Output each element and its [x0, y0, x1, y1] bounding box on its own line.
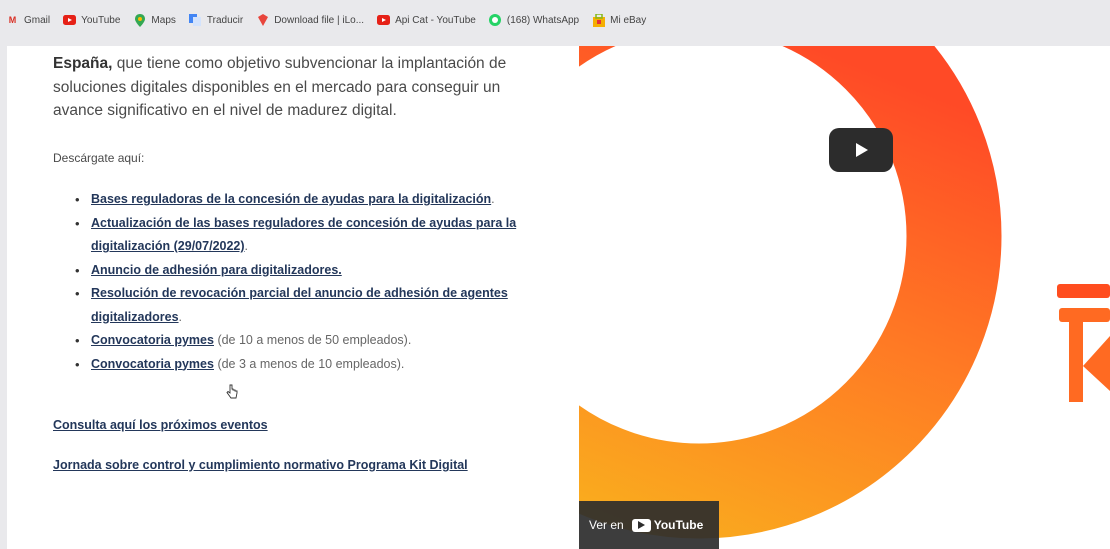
bookmark-label: Traducir	[206, 14, 244, 26]
youtube-video-embed[interactable]: Ver en YouTube	[579, 46, 1110, 549]
list-item: Anuncio de adhesión para digitalizadores…	[75, 259, 525, 283]
watch-on-youtube-button[interactable]: Ver en YouTube	[579, 501, 719, 549]
orange-ring-shape	[579, 46, 1002, 539]
bookmark-label: Api Cat - YouTube	[395, 14, 476, 26]
proximos-eventos-link[interactable]: Consulta aquí los próximos eventos	[53, 416, 533, 435]
link-suffix: .	[244, 239, 249, 253]
bookmark-download-file[interactable]: Download file | iLo...	[256, 14, 364, 26]
bookmark-label: Mi eBay	[610, 14, 647, 26]
bookmark-maps[interactable]: Maps	[133, 13, 176, 27]
jornada-link[interactable]: Jornada sobre control y cumplimiento nor…	[53, 456, 533, 475]
bookmark-label: Maps	[151, 14, 176, 26]
list-item: Convocatoria pymes (de 3 a menos de 10 e…	[75, 353, 525, 377]
hand-cursor-icon	[226, 384, 238, 399]
bookmarks-bar: M Gmail YouTube Maps Traducir Download f…	[0, 0, 1110, 46]
anuncio-adhesion-link[interactable]: Anuncio de adhesión para digitalizadores…	[91, 263, 342, 277]
bookmark-label: Gmail	[24, 14, 51, 26]
youtube-play-icon	[631, 518, 651, 532]
bookmark-youtube[interactable]: YouTube	[63, 14, 120, 26]
youtube-logo: YouTube	[631, 518, 704, 532]
link-note: (de 10 a menos de 50 empleados).	[213, 333, 412, 347]
list-item: Convocatoria pymes (de 10 a menos de 50 …	[75, 329, 525, 353]
maps-icon	[133, 13, 146, 27]
youtube-brand: YouTube	[653, 518, 704, 532]
link-note: (de 3 a menos de 10 empleados).	[213, 356, 405, 371]
ebay-icon	[592, 13, 605, 27]
bases-reguladoras-link[interactable]: Bases reguladoras de la concesión de ayu…	[91, 192, 491, 206]
intro-paragraph: España, que tiene como objetivo subvenci…	[53, 52, 523, 123]
translate-icon	[189, 14, 202, 26]
intro-text: que tiene como objetivo subvencionar la …	[53, 55, 507, 120]
link-suffix: .	[491, 192, 495, 206]
youtube-icon	[377, 14, 391, 26]
list-item: Resolución de revocación parcial del anu…	[75, 282, 525, 329]
convocatoria-pymes-10-50-link[interactable]: Convocatoria pymes	[91, 333, 214, 347]
resolucion-revocacion-link[interactable]: Resolución de revocación parcial del anu…	[91, 286, 508, 324]
watch-on-label: Ver en	[589, 518, 624, 532]
bookmark-ebay[interactable]: Mi eBay	[592, 13, 647, 27]
bookmark-gmail[interactable]: M Gmail	[6, 14, 50, 26]
bookmark-label: (168) WhatsApp	[506, 14, 580, 26]
bookmark-api-cat[interactable]: Api Cat - YouTube	[377, 14, 476, 26]
bookmark-label: Download file | iLo...	[274, 14, 365, 26]
youtube-icon	[63, 14, 77, 26]
article-content: España, que tiene como objetivo subvenci…	[7, 46, 579, 549]
bookmark-label: YouTube	[81, 14, 121, 26]
play-icon	[856, 143, 868, 157]
convocatoria-pymes-3-10-link[interactable]: Convocatoria pymes	[91, 357, 214, 371]
list-item: Actualización de las bases reguladores d…	[75, 212, 525, 259]
bookmark-whatsapp[interactable]: (168) WhatsApp	[489, 14, 579, 26]
bookmark-translate[interactable]: Traducir	[189, 14, 243, 26]
link-suffix: .	[178, 309, 183, 324]
download-label: Descárgate aquí:	[53, 151, 145, 165]
download-icon	[256, 14, 269, 26]
play-button[interactable]	[829, 128, 893, 172]
whatsapp-icon	[489, 14, 502, 26]
kit-digital-logo-fragment	[1057, 284, 1110, 402]
intro-bold: España,	[53, 55, 113, 72]
document-links-list: Bases reguladoras de la concesión de ayu…	[75, 188, 525, 376]
gmail-icon: M	[8, 15, 17, 25]
actualizacion-bases-link[interactable]: Actualización de las bases reguladores d…	[91, 216, 516, 254]
list-item: Bases reguladoras de la concesión de ayu…	[75, 188, 525, 212]
video-thumbnail	[579, 46, 1110, 539]
